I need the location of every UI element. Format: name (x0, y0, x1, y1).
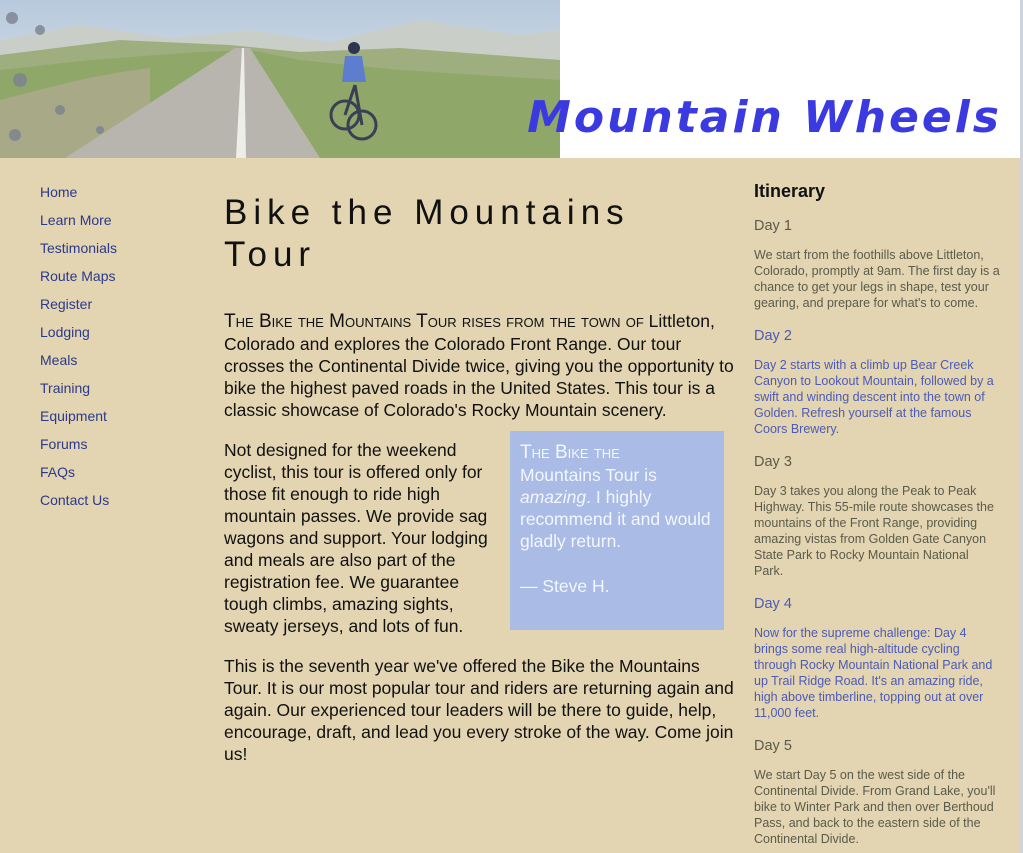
itinerary-sidebar: Itinerary Day 1 We start from the foothi… (754, 181, 1000, 847)
day-label: Day 5 (754, 738, 792, 754)
day-label: Day 4 (754, 596, 792, 612)
nav-item-home[interactable]: Home (40, 184, 190, 212)
nav-item-training[interactable]: Training (40, 380, 190, 408)
itinerary-day: Day 2 Day 2 starts with a climb up Bear … (754, 328, 1000, 437)
intro-paragraph: The Bike the Mountains Tour rises from t… (224, 310, 734, 421)
itinerary-day: Day 3 Day 3 takes you along the Peak to … (754, 454, 1000, 579)
nav-item-forums[interactable]: Forums (40, 436, 190, 464)
nav-item-meals[interactable]: Meals (40, 352, 190, 380)
nav-item-faqs[interactable]: FAQs (40, 464, 190, 492)
itinerary-day: Day 4 Now for the supreme challenge: Day… (754, 596, 1000, 721)
nav-item-learn-more[interactable]: Learn More (40, 212, 190, 240)
day-text: We start from the foothills above Little… (754, 248, 1000, 310)
nav-item-testimonials[interactable]: Testimonials (40, 240, 190, 268)
site-logo: Mountain Wheels (527, 92, 1002, 143)
sidebar-nav: Home Learn More Testimonials Route Maps … (40, 184, 190, 520)
nav-item-contact-us[interactable]: Contact Us (40, 492, 190, 520)
day-text: Now for the supreme challenge: Day 4 bri… (754, 626, 993, 720)
paragraph-3: This is the seventh year we've offered t… (224, 656, 734, 764)
nav-item-register[interactable]: Register (40, 296, 190, 324)
day-label: Day 1 (754, 218, 792, 234)
day-text: Day 3 takes you along the Peak to Peak H… (754, 484, 994, 578)
day-label: Day 3 (754, 454, 792, 470)
quote-emphasis: amazing (520, 487, 587, 507)
intro-lead: The Bike the Mountains Tour rises from t… (224, 311, 644, 332)
day-label: Day 2 (754, 328, 792, 344)
day-text: We start Day 5 on the west side of the C… (754, 768, 996, 846)
quote-line: Mountains Tour is (520, 465, 657, 485)
nav-item-lodging[interactable]: Lodging (40, 324, 190, 352)
itinerary-title: Itinerary (754, 181, 826, 201)
site-header: Mountain Wheels (0, 0, 1020, 158)
quote-lead: The Bike the (520, 442, 620, 463)
main-content: Bike the Mountains Tour The Bike the Mou… (224, 192, 734, 765)
nav-item-route-maps[interactable]: Route Maps (40, 268, 190, 296)
itinerary-day: Day 5 We start Day 5 on the west side of… (754, 738, 1000, 847)
page-title: Bike the Mountains Tour (224, 193, 630, 274)
testimonial-quote: The Bike the Mountains Tour is amazing. … (510, 431, 724, 630)
quote-author: — Steve H. (520, 576, 610, 596)
day-text: Day 2 starts with a climb up Bear Creek … (754, 358, 994, 436)
nav-item-equipment[interactable]: Equipment (40, 408, 190, 436)
itinerary-day: Day 1 We start from the foothills above … (754, 218, 1000, 311)
